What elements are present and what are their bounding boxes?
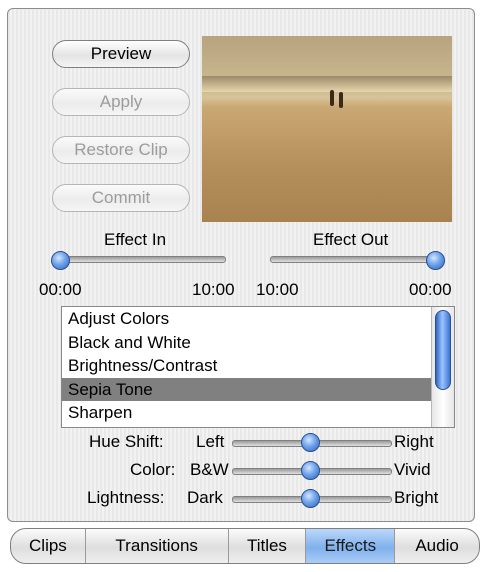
list-item-black-and-white[interactable]: Black and White [62, 331, 454, 355]
effect-in-handle[interactable] [51, 251, 70, 270]
lightness-min-label: Dark [187, 488, 223, 507]
effect-out-label: Effect Out [313, 230, 389, 249]
lightness-max-label: Bright [394, 488, 439, 507]
preview-image [202, 36, 452, 222]
color-max-label: Vivid [394, 460, 431, 479]
effect-out-end-time: 00:00 [409, 280, 452, 299]
hue-shift-label: Hue Shift: [89, 432, 164, 451]
restore-clip-button[interactable]: Restore Clip [52, 136, 190, 164]
effect-out-track[interactable] [270, 256, 438, 263]
child-figure [330, 90, 334, 106]
effect-out-handle[interactable] [426, 251, 445, 270]
list-scrollbar[interactable] [431, 307, 454, 427]
effect-in-start-time: 00:00 [39, 280, 82, 299]
tab-transitions[interactable]: Transitions [86, 529, 229, 563]
tab-audio[interactable]: Audio [395, 529, 479, 563]
apply-button[interactable]: Apply [52, 88, 190, 116]
effect-in-track[interactable] [58, 256, 226, 263]
effects-list: Adjust Colors Black and White Brightness… [61, 306, 455, 428]
scrollbar-thumb[interactable] [435, 310, 451, 390]
effect-in-end-time: 10:00 [192, 280, 235, 299]
lightness-handle[interactable] [301, 489, 320, 508]
color-handle[interactable] [301, 461, 320, 480]
effect-in-label: Effect In [104, 230, 167, 249]
lightness-label: Lightness: [87, 488, 165, 507]
tab-effects[interactable]: Effects [306, 529, 396, 563]
list-item-sepia-tone[interactable]: Sepia Tone [62, 377, 454, 401]
panel-tabs: Clips Transitions Titles Effects Audio [10, 528, 480, 564]
tab-titles[interactable]: Titles [229, 529, 307, 563]
hue-shift-max-label: Right [394, 432, 434, 451]
list-item-adjust-colors[interactable]: Adjust Colors [62, 307, 454, 331]
child-figure [339, 92, 343, 108]
preview-button[interactable]: Preview [52, 40, 190, 68]
tab-clips[interactable]: Clips [11, 529, 86, 563]
hue-shift-handle[interactable] [301, 433, 320, 452]
effect-out-start-time: 10:00 [256, 280, 299, 299]
sea-band [202, 76, 452, 92]
list-item-brightness-contrast[interactable]: Brightness/Contrast [62, 354, 454, 378]
list-item-sharpen[interactable]: Sharpen [62, 401, 454, 425]
commit-button[interactable]: Commit [52, 184, 190, 212]
color-label: Color: [130, 460, 176, 479]
color-min-label: B&W [190, 460, 229, 479]
hue-shift-min-label: Left [196, 432, 225, 451]
